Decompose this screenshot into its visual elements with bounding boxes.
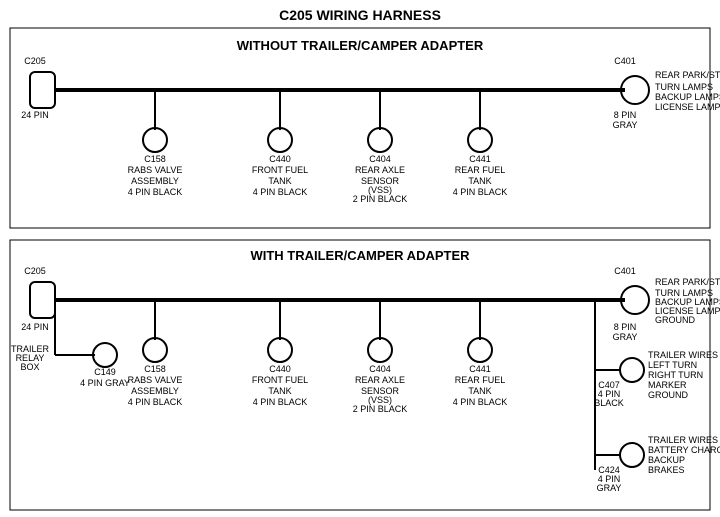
s2-c440-l2: TANK xyxy=(268,386,291,396)
s2-c440-l3: 4 PIN BLACK xyxy=(253,397,308,407)
s1-c404-l1: REAR AXLE xyxy=(355,165,405,175)
s2-c158-l3: 4 PIN BLACK xyxy=(128,397,183,407)
s1-c158-name: C158 xyxy=(144,154,166,164)
s2-c407-color: BLACK xyxy=(594,398,624,408)
s2-c401-pins: 8 PIN xyxy=(614,322,637,332)
s1-c440-name: C440 xyxy=(269,154,291,164)
s1-c401-label: C401 xyxy=(614,56,636,66)
s1-c158-l1: RABS VALVE xyxy=(128,165,183,175)
s2-c149-pins: 4 PIN GRAY xyxy=(80,378,130,388)
s2-c407-l4: MARKER xyxy=(648,380,687,390)
s2-c205-label: C205 xyxy=(24,266,46,276)
s2-c424-l4: BRAKES xyxy=(648,465,685,475)
s1-c401-l4: LICENSE LAMPS xyxy=(655,102,720,112)
s2-c158-name: C158 xyxy=(144,364,166,374)
s1-c441-l1: REAR FUEL xyxy=(455,165,506,175)
s1-c205-label: C205 xyxy=(24,56,46,66)
s2-c407-l1: TRAILER WIRES xyxy=(648,350,718,360)
s2-c441-name: C441 xyxy=(469,364,491,374)
s1-c440-l2: TANK xyxy=(268,176,291,186)
s1-c401-color: GRAY xyxy=(613,120,638,130)
s2-c404-name: C404 xyxy=(369,364,391,374)
s2-c149-name: C149 xyxy=(94,367,116,377)
s2-c401-l1: REAR PARK/STOP xyxy=(655,277,720,287)
section1-title: WITHOUT TRAILER/CAMPER ADAPTER xyxy=(237,38,484,53)
s2-c441-l3: 4 PIN BLACK xyxy=(453,397,508,407)
s2-trailer-relay-l3: BOX xyxy=(20,362,39,372)
s1-c158-l2: ASSEMBLY xyxy=(131,176,179,186)
s1-c158-l3: 4 PIN BLACK xyxy=(128,187,183,197)
s1-c440-l1: FRONT FUEL xyxy=(252,165,308,175)
s2-c424-l2: BATTERY CHARGE xyxy=(648,445,720,455)
s1-c440-l3: 4 PIN BLACK xyxy=(253,187,308,197)
s1-c401-l2: TURN LAMPS xyxy=(655,82,713,92)
s2-c407-l3: RIGHT TURN xyxy=(648,370,703,380)
s1-c401-l1: REAR PARK/STOP xyxy=(655,70,720,80)
s1-c401-l3: BACKUP LAMPS xyxy=(655,92,720,102)
s2-c401-label: C401 xyxy=(614,266,636,276)
s2-c440-l1: FRONT FUEL xyxy=(252,375,308,385)
s2-c441-l1: REAR FUEL xyxy=(455,375,506,385)
s2-c205-pins: 24 PIN xyxy=(21,322,49,332)
s2-c404-l4: 2 PIN BLACK xyxy=(353,404,408,414)
section2-title: WITH TRAILER/CAMPER ADAPTER xyxy=(250,248,470,263)
s1-c404-name: C404 xyxy=(369,154,391,164)
s2-c158-l2: ASSEMBLY xyxy=(131,386,179,396)
s2-c407-l5: GROUND xyxy=(648,390,688,400)
wiring-diagram: C205 WIRING HARNESS WITHOUT TRAILER/CAMP… xyxy=(0,0,720,517)
s1-c441-name: C441 xyxy=(469,154,491,164)
s2-c401-l5: GROUND xyxy=(655,315,695,325)
s2-c440-name: C440 xyxy=(269,364,291,374)
s1-c441-l2: TANK xyxy=(468,176,491,186)
s1-c401-pins: 8 PIN xyxy=(614,110,637,120)
s2-c424-l1: TRAILER WIRES xyxy=(648,435,718,445)
s2-c158-l1: RABS VALVE xyxy=(128,375,183,385)
s2-c424-l3: BACKUP xyxy=(648,455,685,465)
s2-c407-l2: LEFT TURN xyxy=(648,360,697,370)
s2-c424-color: GRAY xyxy=(597,483,622,493)
s2-c404-l1: REAR AXLE xyxy=(355,375,405,385)
s1-c205-pins: 24 PIN xyxy=(21,110,49,120)
s1-c441-l3: 4 PIN BLACK xyxy=(453,187,508,197)
s2-c401-color: GRAY xyxy=(613,332,638,342)
diagram-title: C205 WIRING HARNESS xyxy=(279,7,441,23)
s1-c404-l4: 2 PIN BLACK xyxy=(353,194,408,204)
s2-c441-l2: TANK xyxy=(468,386,491,396)
